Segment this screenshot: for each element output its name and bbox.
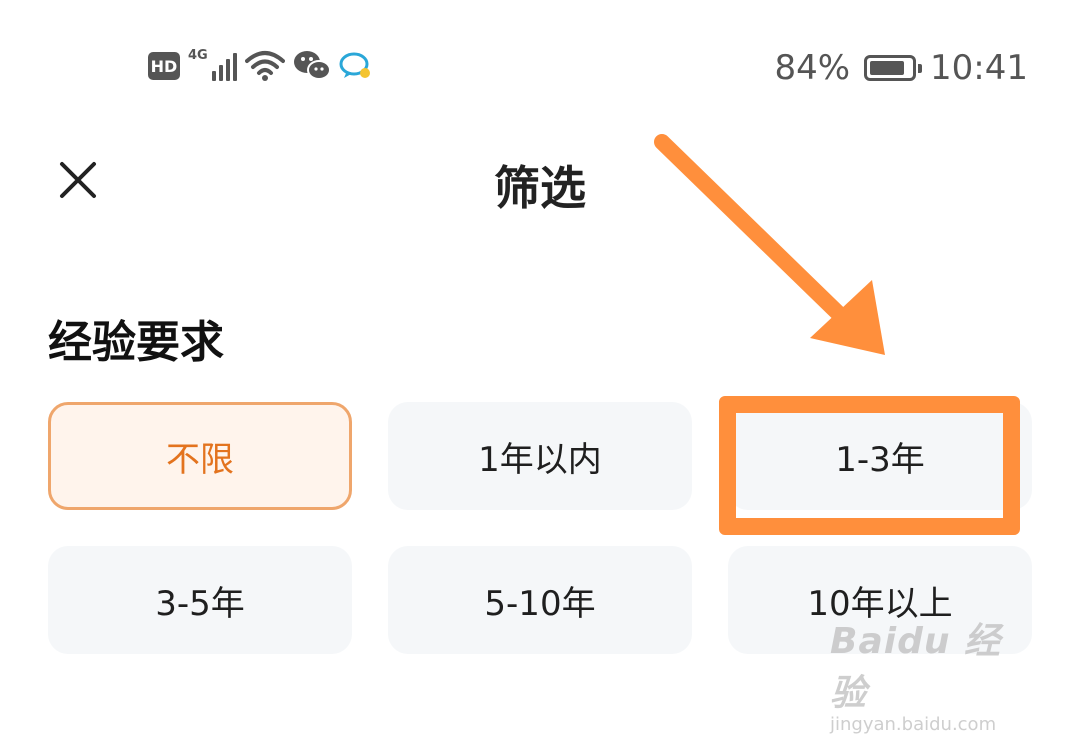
battery-tip bbox=[918, 64, 923, 73]
clock: 10:41 bbox=[930, 48, 1028, 88]
wifi-icon bbox=[244, 49, 285, 83]
status-icons-left: HD 4G bbox=[148, 46, 373, 86]
section-title-experience: 经验要求 bbox=[48, 317, 224, 368]
watermark-sub: jingyan.baidu.com bbox=[830, 714, 997, 735]
option-unlimited[interactable]: 不限 bbox=[48, 402, 352, 510]
wechat-icon bbox=[293, 49, 331, 83]
option-3-5-years[interactable]: 3-5年 bbox=[48, 546, 352, 654]
battery-icon bbox=[864, 55, 923, 81]
network-type-label: 4G bbox=[188, 48, 208, 63]
page-title: 筛选 bbox=[494, 161, 586, 215]
watermark: Baidu 经验 jingyan.baidu.com bbox=[830, 612, 1030, 735]
watermark-main: Baidu 经验 bbox=[830, 621, 1002, 714]
message-icon bbox=[339, 51, 373, 81]
battery-fill bbox=[870, 61, 904, 75]
hd-icon: HD bbox=[148, 52, 180, 80]
status-icons-right: 84% 10:41 bbox=[774, 46, 1028, 90]
option-5-10-years[interactable]: 5-10年 bbox=[388, 546, 692, 654]
signal-icon bbox=[211, 51, 237, 81]
option-1-3-years[interactable]: 1-3年 bbox=[728, 402, 1032, 510]
option-within-1-year[interactable]: 1年以内 bbox=[388, 402, 692, 510]
battery-percent: 84% bbox=[774, 48, 851, 88]
